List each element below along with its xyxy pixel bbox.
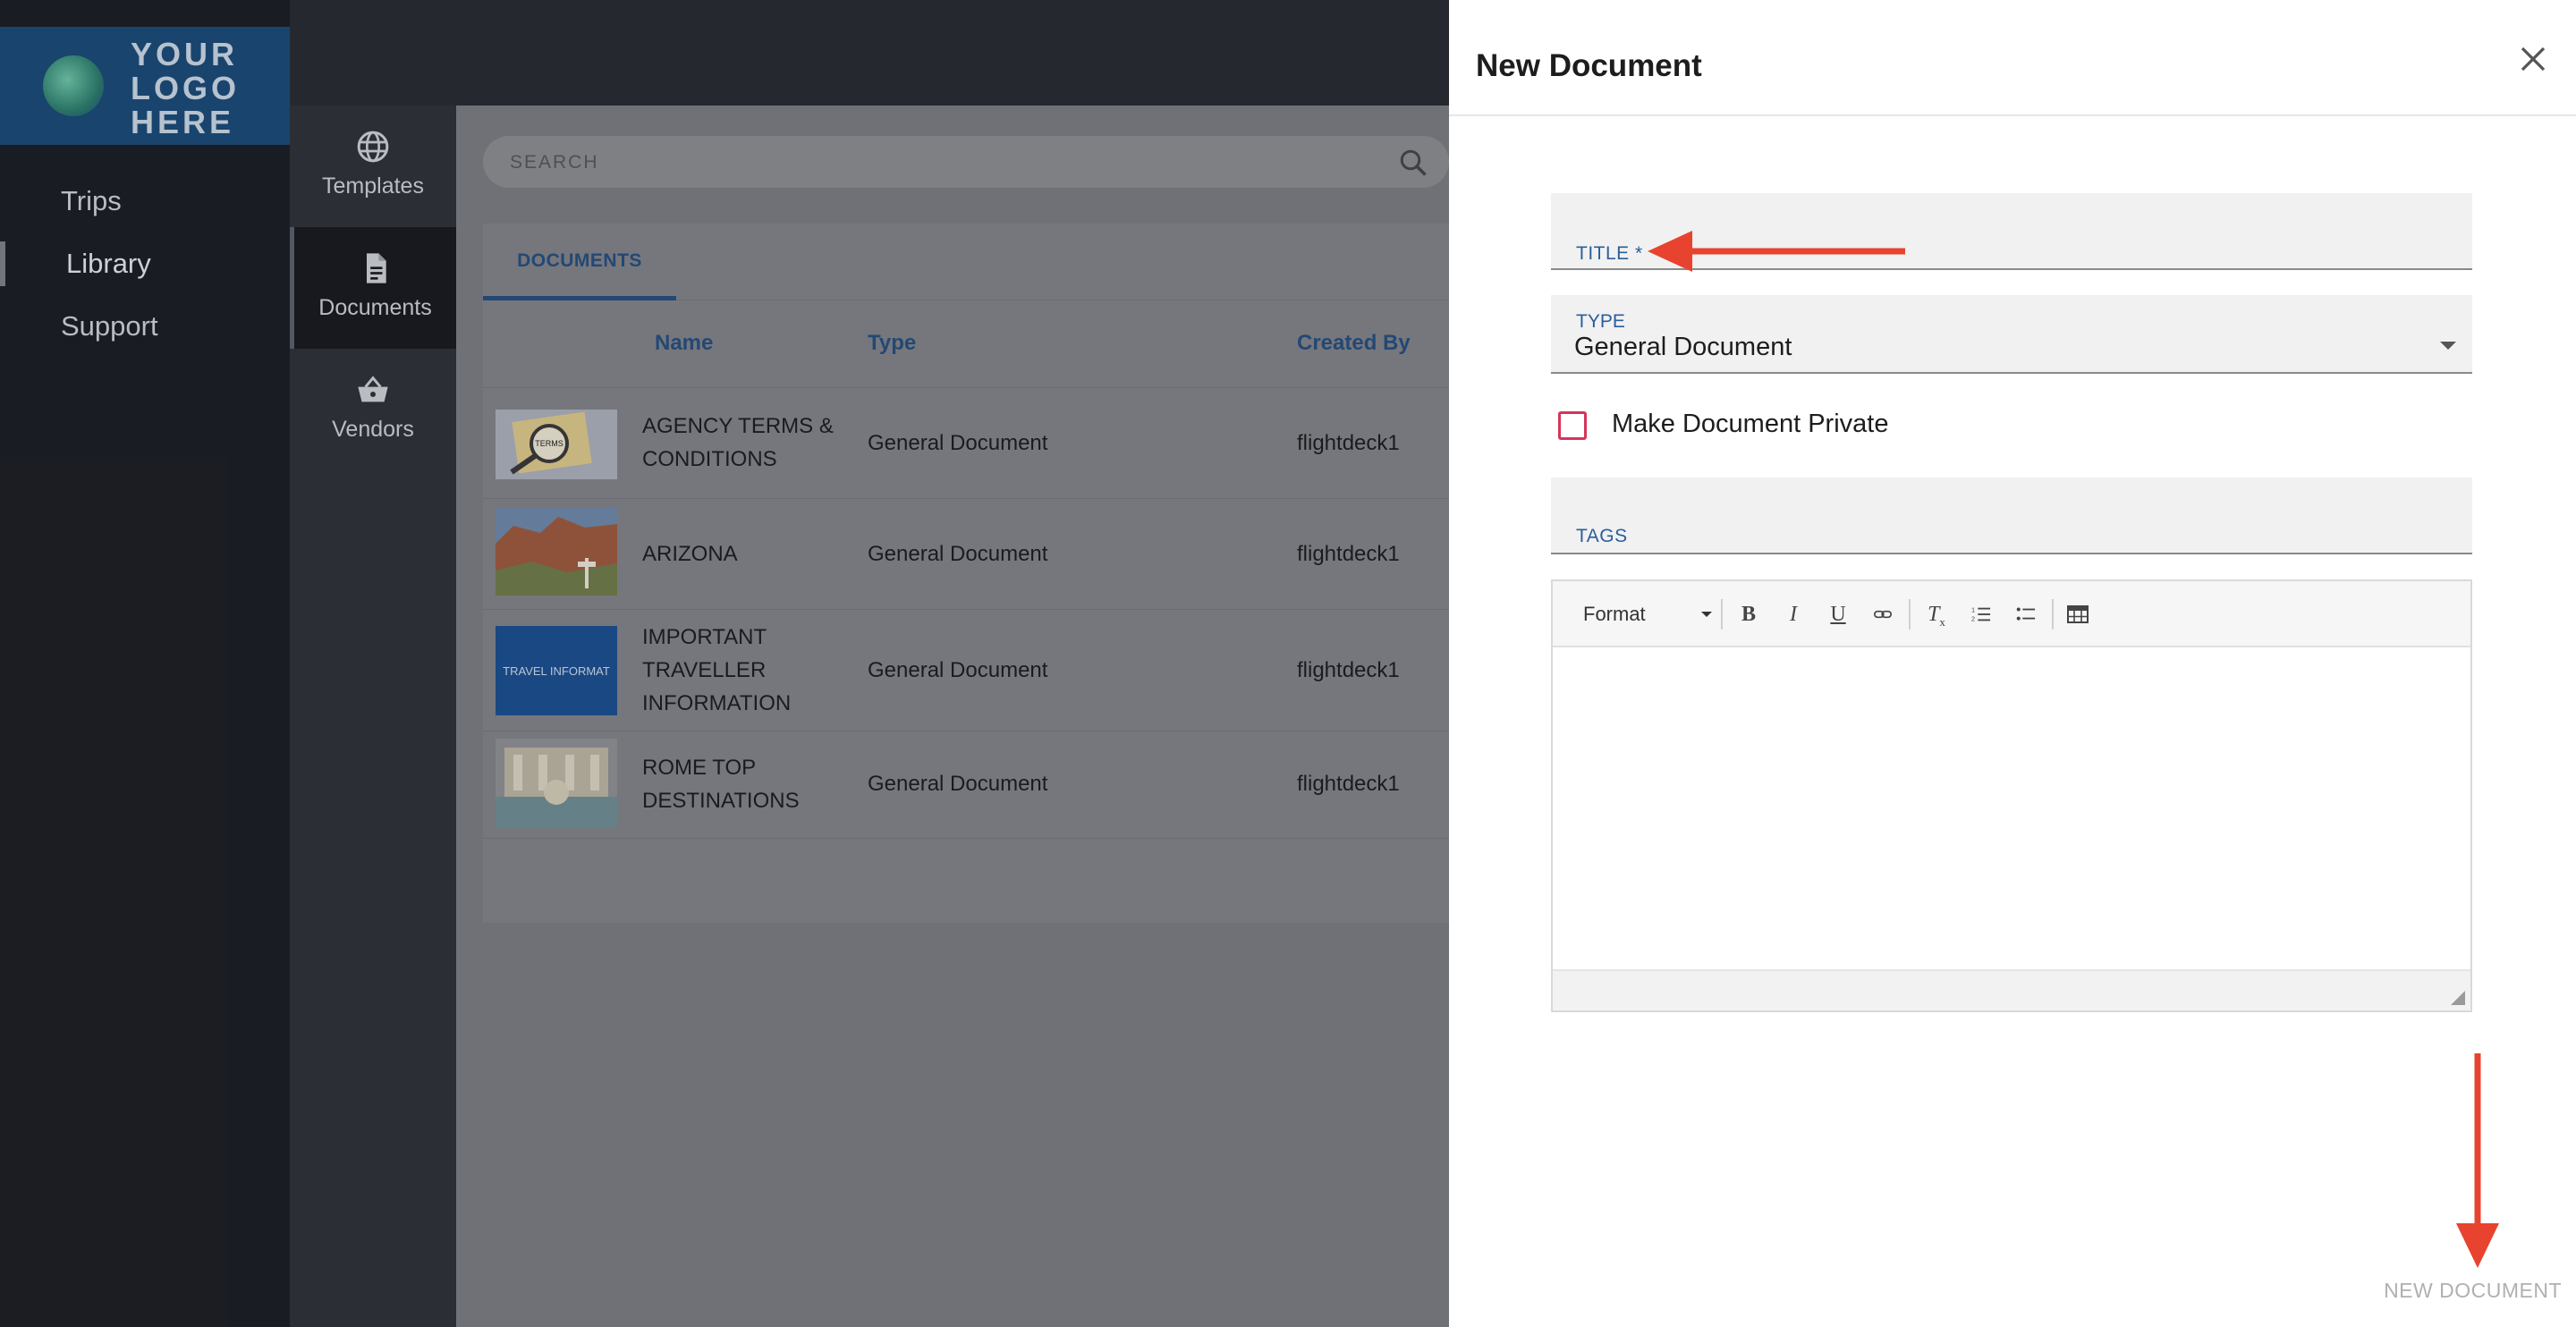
title-field-label: TITLE *: [1576, 243, 1643, 264]
svg-text:1: 1: [1971, 605, 1975, 613]
toolbar-divider: [1721, 599, 1723, 630]
editor-statusbar: [1553, 969, 2470, 1010]
private-checkbox[interactable]: [1558, 411, 1587, 440]
link-icon[interactable]: [1868, 599, 1898, 630]
editor-content-area[interactable]: [1553, 647, 2470, 973]
type-select-value: General Document: [1574, 333, 1792, 361]
new-document-drawer: New Document TITLE * TYPE General Docume…: [1449, 0, 2576, 1327]
close-icon[interactable]: [2517, 43, 2549, 75]
toolbar-divider: [2052, 599, 2054, 630]
underline-icon[interactable]: U: [1823, 599, 1853, 630]
table-icon[interactable]: [2063, 599, 2093, 630]
toolbar-divider: [1909, 599, 1911, 630]
clear-format-icon[interactable]: Tx: [1921, 599, 1952, 630]
type-select[interactable]: TYPE General Document: [1551, 295, 2472, 374]
rich-text-editor: Format B I U Tx 1 2: [1551, 579, 2472, 1012]
svg-text:2: 2: [1971, 614, 1975, 622]
drawer-title: New Document: [1476, 48, 1702, 83]
tags-field[interactable]: TAGS: [1551, 478, 2472, 554]
format-dropdown[interactable]: Format: [1583, 603, 1646, 626]
new-document-button[interactable]: NEW DOCUMENT: [2384, 1279, 2562, 1303]
bullet-list-icon[interactable]: [2011, 599, 2041, 630]
resize-handle-icon[interactable]: [2451, 991, 2465, 1005]
tags-field-label: TAGS: [1576, 526, 1628, 546]
editor-toolbar: Format B I U Tx 1 2: [1553, 581, 2470, 647]
type-field-label: TYPE: [1576, 311, 1625, 332]
modal-backdrop[interactable]: [0, 0, 1449, 1327]
title-field[interactable]: TITLE *: [1551, 193, 2472, 270]
private-checkbox-label[interactable]: Make Document Private: [1612, 410, 1888, 439]
drawer-header: New Document: [1449, 0, 2576, 116]
chevron-down-icon: [2440, 342, 2456, 350]
chevron-down-icon: [1701, 612, 1712, 617]
italic-icon[interactable]: I: [1778, 599, 1809, 630]
ordered-list-icon[interactable]: 1 2: [1966, 599, 1996, 630]
bold-icon[interactable]: B: [1733, 599, 1764, 630]
